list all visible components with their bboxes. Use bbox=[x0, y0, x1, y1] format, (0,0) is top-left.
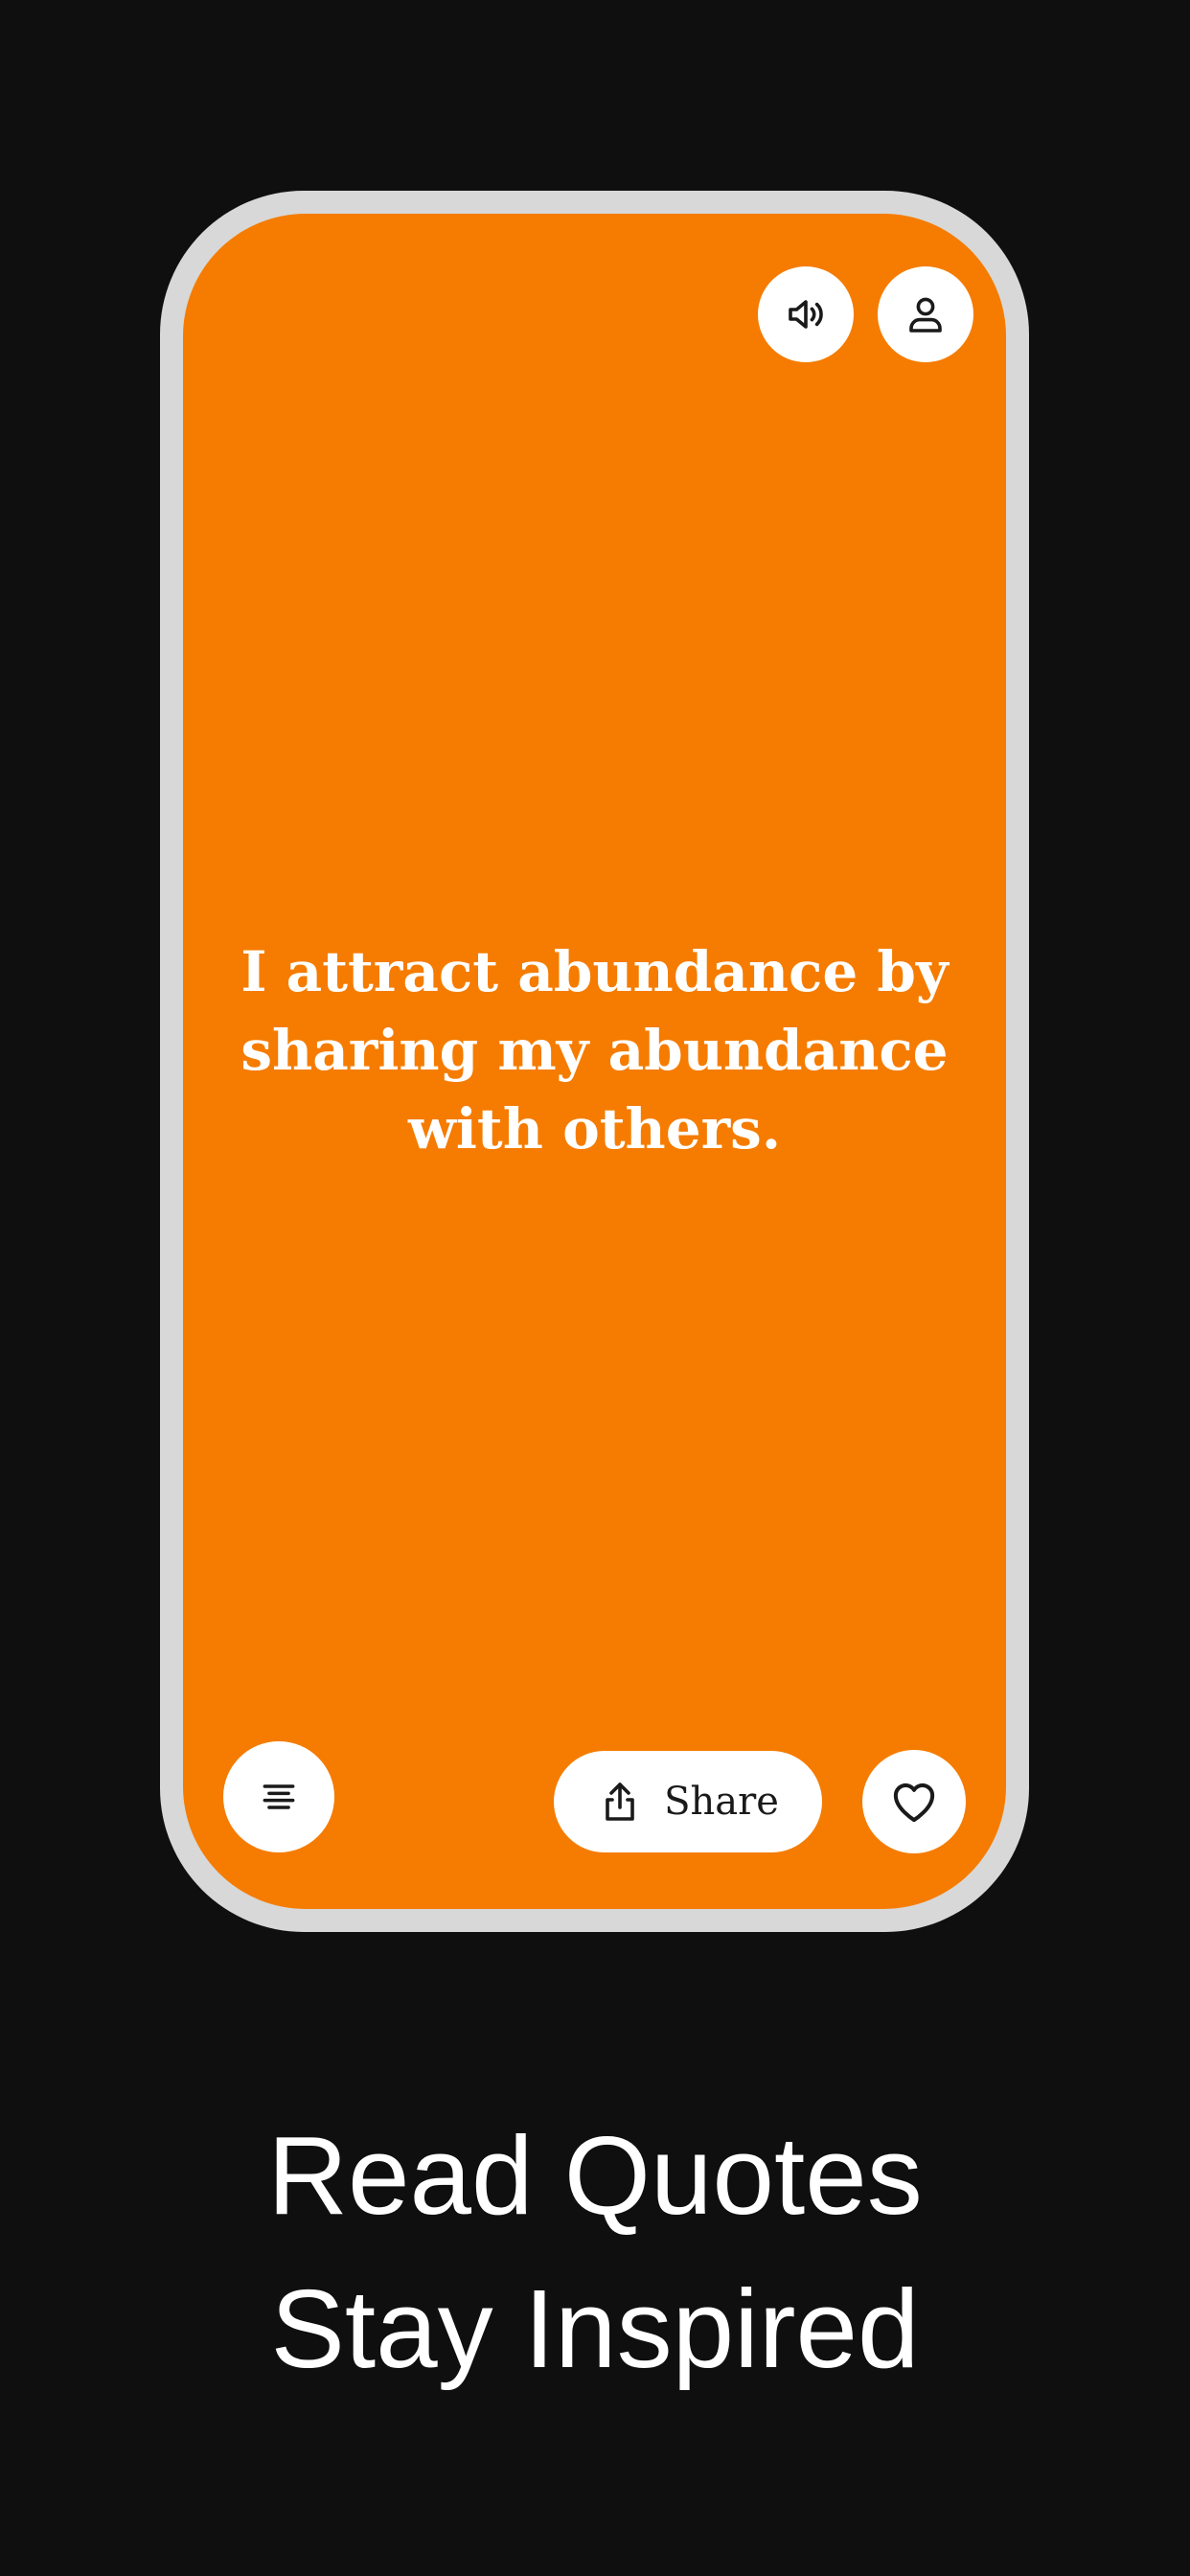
speaker-volume-icon bbox=[783, 291, 829, 337]
profile-button[interactable] bbox=[878, 266, 973, 362]
quote-text: I attract abundance by sharing my abunda… bbox=[240, 939, 949, 1162]
promo-headline-line-2: Stay Inspired bbox=[270, 2266, 920, 2391]
like-button[interactable] bbox=[862, 1750, 966, 1853]
share-button[interactable]: Share bbox=[554, 1751, 822, 1852]
sound-button[interactable] bbox=[758, 266, 854, 362]
align-center-menu-icon bbox=[258, 1776, 300, 1818]
menu-button[interactable] bbox=[223, 1741, 334, 1852]
phone-frame: I attract abundance by sharing my abunda… bbox=[160, 191, 1029, 1932]
share-label: Share bbox=[664, 1780, 779, 1824]
promo-headline-line-1: Read Quotes bbox=[267, 2113, 923, 2238]
heart-icon bbox=[888, 1776, 940, 1828]
quote-card: I attract abundance by sharing my abunda… bbox=[183, 214, 1006, 1909]
user-profile-icon bbox=[903, 291, 949, 337]
share-upload-icon bbox=[597, 1779, 643, 1825]
